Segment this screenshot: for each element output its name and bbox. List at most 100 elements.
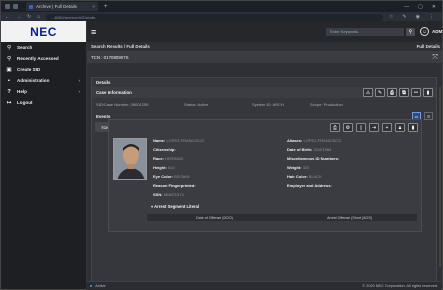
app-root: NEC ⚲ Search ⚲ Recently Accessed ▣ Creat…	[1, 21, 442, 289]
case-information-title: Case Information	[96, 90, 132, 95]
collapse-icon[interactable]: ⤧	[432, 54, 438, 62]
field-height: Height: 510	[153, 165, 175, 170]
sidebar: NEC ⚲ Search ⚲ Recently Accessed ▣ Creat…	[1, 21, 87, 289]
field-value: LOPEZ,FRANCISCO	[303, 138, 342, 143]
events-title: Events	[96, 113, 111, 119]
case-information-header: Case Information ⚠ ✎ ⎙ ⧉ ⚯ ▮	[92, 87, 436, 98]
print-icon[interactable]: ⎙	[330, 123, 340, 132]
delete-icon[interactable]: ▮	[423, 88, 433, 97]
sidebar-item-label: Create SID	[17, 67, 41, 72]
field-value: 320	[302, 165, 310, 170]
field-value: 3/10/1984	[313, 147, 332, 152]
details-title: Details	[96, 80, 111, 85]
field-hair-color: Hair Color: BLACK	[287, 174, 322, 179]
field-value: 510	[167, 165, 175, 170]
browser-icon[interactable]	[13, 4, 18, 9]
back-icon[interactable]: ←	[5, 14, 10, 20]
user-avatar-icon[interactable]: ☺	[420, 27, 429, 36]
case-info-row: SID/Case Number: 28001255 Status: Active…	[92, 98, 436, 110]
status-indicator-icon: ■	[90, 284, 93, 288]
reload-icon[interactable]: ↻	[27, 14, 31, 20]
column-header[interactable]: Date of Offense (DOO)	[147, 216, 282, 220]
nec-logo[interactable]: NEC	[1, 21, 86, 42]
search-button[interactable]: ⚲	[406, 27, 415, 36]
print-icon[interactable]: ⎙	[387, 88, 397, 97]
breadcrumb-path[interactable]: Search Results / Full Details	[91, 44, 150, 49]
scope: Scope: Production	[310, 101, 343, 107]
field-name: Name: LOPEZ,FRANCISCO	[153, 138, 204, 143]
edit-icon[interactable]: ✎	[375, 88, 385, 97]
column-header[interactable]: Arrest Offense (Short (AOS)	[282, 216, 417, 220]
scrollbar[interactable]	[439, 87, 441, 267]
admin-icon: ▪	[8, 77, 10, 84]
field-label: Weight:	[287, 165, 302, 170]
breadcrumb: Search Results / Full Details Full Detai…	[87, 42, 442, 52]
home-icon[interactable]: ⌂	[37, 14, 40, 20]
sidebar-item-help[interactable]: ? Help ›	[1, 86, 86, 97]
field-label: Name:	[153, 138, 166, 143]
subject-photo[interactable]	[113, 138, 147, 180]
field-value: BROWN	[174, 174, 190, 179]
sidebar-item-search[interactable]: ⚲ Search	[1, 42, 86, 53]
search-icon: ⚲	[6, 44, 12, 51]
field-ssn: SSN: 564871573	[153, 192, 184, 197]
copyright-text: © 2020 NEC Corporation. All rights reser…	[362, 284, 438, 288]
copy-icon[interactable]: ⧉	[399, 88, 409, 97]
browser-menu-icon[interactable]	[5, 4, 10, 9]
arrest-segment-toggle[interactable]: ▾ Arrest Segment Literal	[151, 204, 199, 209]
sidebar-item-administration[interactable]: ▪ Administration ›	[1, 75, 86, 86]
field-weight: Weight: 320	[287, 165, 309, 170]
logo-text: NEC	[30, 24, 57, 39]
field-dob: Date of Birth: 3/10/1984	[287, 147, 331, 152]
add-icon[interactable]: +	[382, 123, 392, 132]
chevron-right-icon: ›	[78, 78, 80, 83]
case-status: Status: Active	[184, 101, 209, 107]
field-value: HISPANIC	[165, 156, 184, 161]
settings-icon[interactable]: ⚙	[343, 123, 353, 132]
star-icon[interactable]: ☆	[389, 14, 393, 20]
field-label: SSN:	[153, 192, 163, 197]
field-eye-color: Eye Color: BROWN	[153, 174, 189, 179]
keyword-search-input[interactable]: Enter Keywords	[326, 27, 404, 36]
sidebar-item-label: Recently Accessed	[17, 56, 59, 61]
subject-card: ⎙ ⚙ ▯ ⇥ + 🔒︎ ▮ Name: LOPEZ,FRANCISCO Cit…	[108, 119, 422, 232]
lock-icon[interactable]: 🔒︎	[395, 123, 405, 132]
page-title: Full Details	[416, 44, 440, 49]
document-icon[interactable]: ▯	[356, 123, 366, 132]
close-window-icon[interactable]: ✕	[432, 4, 436, 10]
user-name[interactable]: ADMIN	[432, 29, 442, 34]
case-actions: ⚠ ✎ ⎙ ⧉ ⚯ ▮	[363, 88, 436, 97]
export-icon[interactable]: ⇥	[369, 123, 379, 132]
sidebar-item-label: Help	[17, 89, 27, 94]
recent-icon: ⚲	[6, 55, 12, 62]
field-label: Hair Color:	[287, 174, 308, 179]
sidebar-item-create-sid[interactable]: ▣ Create SID	[1, 64, 86, 75]
list-view-icon[interactable]: ☰	[424, 112, 433, 120]
field-label: Date of Birth:	[287, 147, 313, 152]
hamburger-menu-icon[interactable]: ≡	[91, 27, 96, 37]
top-bar: ≡ Enter Keywords ⚲ ☺ ADMIN	[87, 21, 442, 42]
sidebar-item-logout[interactable]: ↦ Logout	[1, 97, 86, 108]
delete-icon[interactable]: ▮	[408, 123, 418, 132]
subject-actions: ⎙ ⚙ ▯ ⇥ + 🔒︎ ▮	[330, 123, 418, 132]
forward-icon[interactable]: →	[16, 14, 21, 20]
warning-icon[interactable]: ⚠	[363, 88, 373, 97]
field-label: Employer and Address:	[287, 183, 332, 188]
new-tab-button[interactable]: +	[104, 4, 108, 10]
browser-tab[interactable]: Archive | Full Details ×	[26, 2, 98, 11]
more-menu-icon[interactable]: ⋮	[429, 14, 434, 20]
maximize-icon[interactable]: ▢	[418, 4, 423, 10]
minimize-icon[interactable]: —	[404, 4, 409, 10]
field-value: 564871573	[163, 192, 184, 197]
subject-photo-image	[114, 139, 146, 179]
link-icon[interactable]: ⚯	[411, 88, 421, 97]
tcn-header-label: TCN : 017080907S	[91, 55, 129, 60]
extensions-icon[interactable]: ✎	[402, 14, 406, 20]
close-tab-icon[interactable]: ×	[92, 4, 95, 9]
url-field[interactable]: ...:8080/archive/#!/Details	[46, 13, 383, 21]
address-actions: ☆ ✎ ◉ ⋮	[389, 14, 438, 20]
logout-icon: ↦	[6, 99, 12, 106]
sidebar-item-recently-accessed[interactable]: ⚲ Recently Accessed	[1, 53, 86, 64]
profile-icon[interactable]: ◉	[416, 14, 420, 20]
tab-title: Archive | Full Details	[36, 4, 77, 9]
